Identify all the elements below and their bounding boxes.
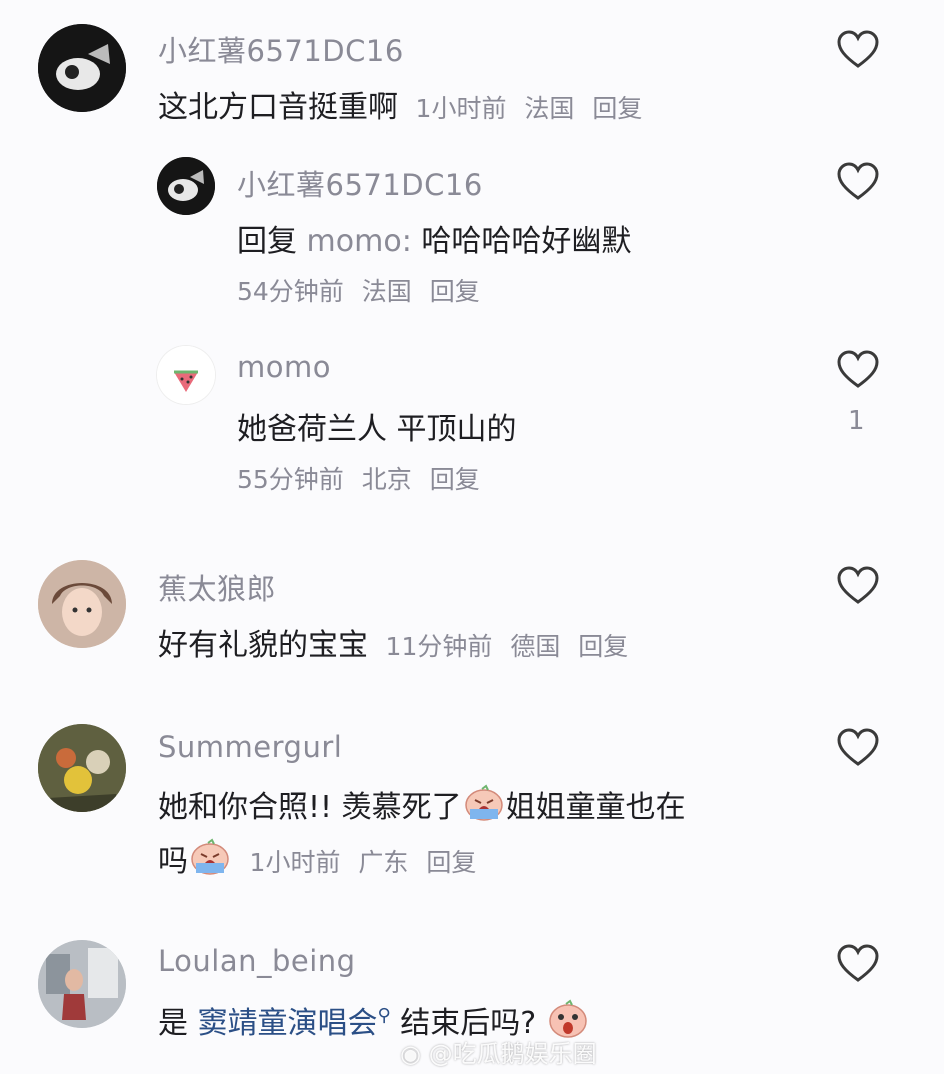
comment-body-part: 吗 xyxy=(158,844,188,879)
comment-body: 这北方口音挺重啊 xyxy=(158,90,398,125)
reply-button[interactable]: 回复 xyxy=(578,632,628,661)
comment-meta: 55分钟前 北京 回复 xyxy=(237,460,480,496)
avatar[interactable] xyxy=(157,346,215,404)
watermark-text: @吃瓜鹅娱乐圈 xyxy=(428,1040,597,1068)
username[interactable]: 小红薯6571DC16 xyxy=(158,28,404,70)
heart-outline-icon[interactable] xyxy=(836,728,880,768)
comment-item: Summergurl 她和你合照!! 羡慕死了 姐姐童童也在 吗 1小时前 广东… xyxy=(0,700,944,900)
comment-meta: 54分钟前 法国 回复 xyxy=(237,272,480,308)
heart-outline-icon[interactable] xyxy=(836,162,880,202)
avatar[interactable] xyxy=(157,157,215,215)
heart-outline-icon[interactable] xyxy=(836,944,880,984)
reply-button[interactable]: 回复 xyxy=(592,94,642,123)
avatar[interactable] xyxy=(38,560,126,648)
comment-location: 法国 xyxy=(524,94,575,123)
search-link[interactable]: 窦靖童演唱会 xyxy=(198,1006,378,1041)
reply-button[interactable]: 回复 xyxy=(430,277,480,306)
search-icon[interactable]: ⚲ xyxy=(378,1005,391,1026)
watermark: ◉ @吃瓜鹅娱乐圈 xyxy=(400,1034,597,1069)
reply-item: momo 她爸荷兰人 平顶山的 55分钟前 北京 回复 1 xyxy=(0,330,944,520)
username[interactable]: 蕉太狼郎 xyxy=(158,566,276,608)
comment-meta: 1小时前 广东 回复 xyxy=(250,848,477,877)
comment-time: 11分钟前 xyxy=(385,632,493,661)
reply-target-user[interactable]: momo: xyxy=(307,224,412,259)
username[interactable]: momo xyxy=(237,350,331,384)
comment-meta: 1小时前 法国 回复 xyxy=(416,94,643,123)
reply-button[interactable]: 回复 xyxy=(430,465,480,494)
comment-body: 好有礼貌的宝宝 xyxy=(158,628,368,663)
avatar[interactable] xyxy=(38,940,126,1028)
reply-prefix: 回复 xyxy=(237,224,297,259)
shocked-emoji-icon xyxy=(549,999,587,1038)
comment-location: 法国 xyxy=(361,277,412,306)
avatar[interactable] xyxy=(38,24,126,112)
comment-text: 她和你合照!! 羡慕死了 姐姐童童也在 xyxy=(158,782,686,826)
comment-body-part: 她和你合照!! 羡慕死了 xyxy=(158,790,462,825)
comment-body: 她爸荷兰人 平顶山的 xyxy=(237,412,517,447)
comment-location: 德国 xyxy=(510,632,561,661)
comment-location: 北京 xyxy=(361,465,412,494)
comment-text: 回复 momo: 哈哈哈哈好幽默 xyxy=(237,216,631,260)
comment-body-part: 是 xyxy=(158,1006,198,1041)
heart-outline-icon[interactable] xyxy=(836,566,880,606)
comment-body-part: 姐姐童童也在 xyxy=(505,790,686,825)
comment-text: 这北方口音挺重啊 1小时前 法国 回复 xyxy=(158,82,642,126)
crying-emoji-icon xyxy=(191,838,229,875)
comment-location: 广东 xyxy=(358,848,409,877)
crying-emoji-icon xyxy=(464,784,503,821)
comment-text-continued: 吗 1小时前 广东 回复 xyxy=(158,836,476,880)
weibo-logo-icon: ◉ xyxy=(400,1040,421,1068)
comment-meta: 11分钟前 德国 回复 xyxy=(386,632,629,661)
comment-item: 小红薯6571DC16 这北方口音挺重啊 1小时前 法国 回复 xyxy=(0,0,944,140)
heart-outline-icon[interactable] xyxy=(836,30,880,70)
reply-button[interactable]: 回复 xyxy=(426,848,476,877)
comment-body: 哈哈哈哈好幽默 xyxy=(421,224,632,259)
like-count: 1 xyxy=(848,406,865,436)
heart-outline-icon[interactable] xyxy=(836,350,880,390)
username[interactable]: Loulan_being xyxy=(158,944,356,978)
comment-time: 1小时前 xyxy=(249,848,341,877)
comment-text: 她爸荷兰人 平顶山的 xyxy=(237,404,517,448)
username[interactable]: 小红薯6571DC16 xyxy=(237,162,483,204)
comment-time: 54分钟前 xyxy=(237,277,344,306)
comment-time: 1小时前 xyxy=(415,94,507,123)
avatar[interactable] xyxy=(38,724,126,812)
comment-time: 55分钟前 xyxy=(237,465,344,494)
username[interactable]: Summergurl xyxy=(158,730,342,764)
reply-item: 小红薯6571DC16 回复 momo: 哈哈哈哈好幽默 54分钟前 法国 回复 xyxy=(0,140,944,320)
comment-text: 好有礼貌的宝宝 11分钟前 德国 回复 xyxy=(158,620,628,664)
comment-item: 蕉太狼郎 好有礼貌的宝宝 11分钟前 德国 回复 xyxy=(0,540,944,680)
